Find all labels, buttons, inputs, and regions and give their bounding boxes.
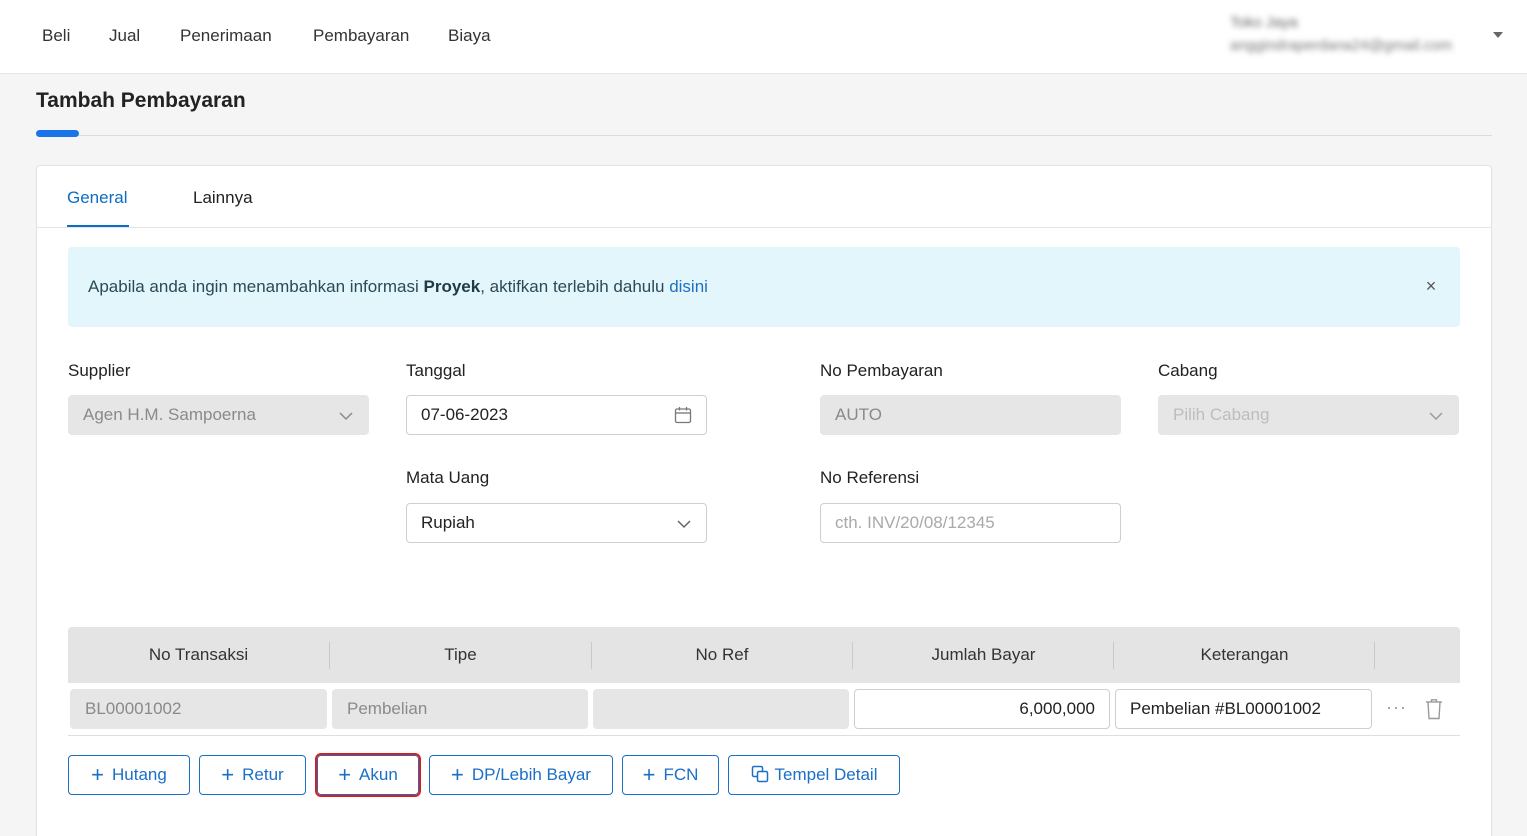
column-header-tipe: Tipe [444, 645, 477, 664]
supplier-value: Agen H.M. Sampoerna [83, 405, 256, 424]
calendar-icon[interactable] [674, 406, 692, 424]
mata-uang-label: Mata Uang [406, 468, 490, 487]
alert-text-before: Apabila anda ingin menambahkan informasi [88, 277, 424, 296]
no-referensi-placeholder: cth. INV/20/08/12345 [835, 513, 995, 532]
tipe-cell: Pembelian [332, 689, 588, 729]
chevron-down-icon [677, 520, 691, 529]
user-name: Toko Jaya [1230, 14, 1298, 31]
nav-item-pembayaran[interactable]: Pembayaran [313, 24, 409, 48]
add-dp-label: DP/Lebih Bayar [471, 765, 591, 784]
page-title: Tambah Pembayaran [36, 89, 246, 112]
plus-icon: + [221, 762, 235, 787]
no-transaksi-cell: BL00001002 [70, 689, 327, 729]
tempel-detail-button[interactable]: Tempel Detail [728, 755, 900, 795]
tab-lainnya[interactable]: Lainnya [193, 186, 253, 210]
nav-item-beli[interactable]: Beli [42, 24, 70, 48]
caret-down-icon[interactable] [1493, 32, 1503, 38]
mata-uang-value: Rupiah [421, 513, 475, 532]
no-referensi-label: No Referensi [820, 468, 920, 487]
add-akun-button[interactable]: + Akun [315, 753, 421, 797]
cabang-placeholder: Pilih Cabang [1173, 405, 1270, 424]
plus-icon: + [642, 762, 656, 787]
alert-message: Apabila anda ingin menambahkan informasi… [88, 275, 708, 299]
nav-item-penerimaan[interactable]: Penerimaan [180, 24, 272, 48]
jumlah-bayar-input[interactable]: 6,000,000 [854, 689, 1110, 729]
no-ref-cell [593, 689, 849, 729]
tanggal-label: Tanggal [406, 361, 466, 380]
tab-bar: General Lainnya [37, 166, 1491, 228]
more-options-icon[interactable]: ··· [1386, 697, 1407, 717]
column-header-keterangan: Keterangan [1200, 645, 1289, 664]
column-header-no-ref: No Ref [695, 645, 749, 664]
chevron-down-icon [1429, 412, 1443, 421]
add-fcn-button[interactable]: + FCN [622, 755, 719, 795]
alert-text-bold: Proyek [423, 277, 481, 296]
user-email: anggindraperdana24@gmail.com [1230, 37, 1453, 54]
alert-link-disini[interactable]: disini [669, 277, 708, 296]
add-hutang-label: Hutang [112, 765, 167, 784]
no-pembayaran-value: AUTO [835, 405, 882, 424]
form-card: General Lainnya Apabila anda ingin menam… [36, 165, 1492, 836]
plus-icon: + [338, 762, 352, 787]
add-akun-label: Akun [359, 765, 398, 784]
supplier-select: Agen H.M. Sampoerna [68, 395, 369, 435]
tanggal-value: 07-06-2023 [421, 405, 508, 424]
close-icon[interactable]: × [1422, 276, 1440, 296]
column-header-no-transaksi: No Transaksi [148, 645, 249, 664]
title-accent-bar [36, 130, 79, 137]
cabang-select: Pilih Cabang [1158, 395, 1459, 435]
add-retur-button[interactable]: + Retur [199, 755, 306, 795]
no-pembayaran-label: No Pembayaran [820, 361, 943, 380]
plus-icon: + [91, 762, 105, 787]
nav-item-jual[interactable]: Jual [109, 24, 140, 48]
top-navbar: Beli Jual Penerimaan Pembayaran Biaya To… [0, 0, 1527, 74]
add-retur-label: Retur [242, 765, 284, 784]
tanggal-date-input[interactable]: 07-06-2023 [406, 395, 707, 435]
tab-general[interactable]: General [67, 186, 127, 210]
tab-active-indicator [67, 225, 129, 227]
cabang-label: Cabang [1158, 361, 1218, 380]
no-referensi-input[interactable]: cth. INV/20/08/12345 [820, 503, 1121, 543]
mata-uang-select[interactable]: Rupiah [406, 503, 707, 543]
column-divider [1374, 642, 1375, 669]
alert-text-after: , aktifkan terlebih dahulu [480, 277, 670, 296]
add-dp-lebih-bayar-button[interactable]: + DP/Lebih Bayar [429, 755, 613, 795]
add-hutang-button[interactable]: + Hutang [68, 755, 190, 795]
info-alert: Apabila anda ingin menambahkan informasi… [68, 247, 1460, 327]
title-divider [36, 135, 1492, 136]
chevron-down-icon [339, 412, 353, 421]
plus-icon: + [451, 762, 464, 787]
nav-item-biaya[interactable]: Biaya [448, 24, 491, 48]
copy-icon [751, 765, 768, 783]
trash-icon[interactable] [1425, 698, 1443, 720]
add-fcn-label: FCN [663, 765, 699, 784]
user-menu[interactable]: Toko Jaya anggindraperdana24@gmail.com [1230, 12, 1490, 62]
table-row: BL00001002 Pembelian 6,000,000 Pembelian… [68, 685, 1460, 736]
no-pembayaran-field: AUTO [820, 395, 1121, 435]
column-header-jumlah-bayar: Jumlah Bayar [931, 645, 1036, 664]
keterangan-input[interactable]: Pembelian #BL00001002 [1115, 689, 1372, 729]
table-header: No Transaksi Tipe No Ref Jumlah Bayar Ke… [68, 627, 1460, 683]
tempel-detail-label: Tempel Detail [774, 765, 878, 784]
supplier-label: Supplier [68, 361, 131, 380]
